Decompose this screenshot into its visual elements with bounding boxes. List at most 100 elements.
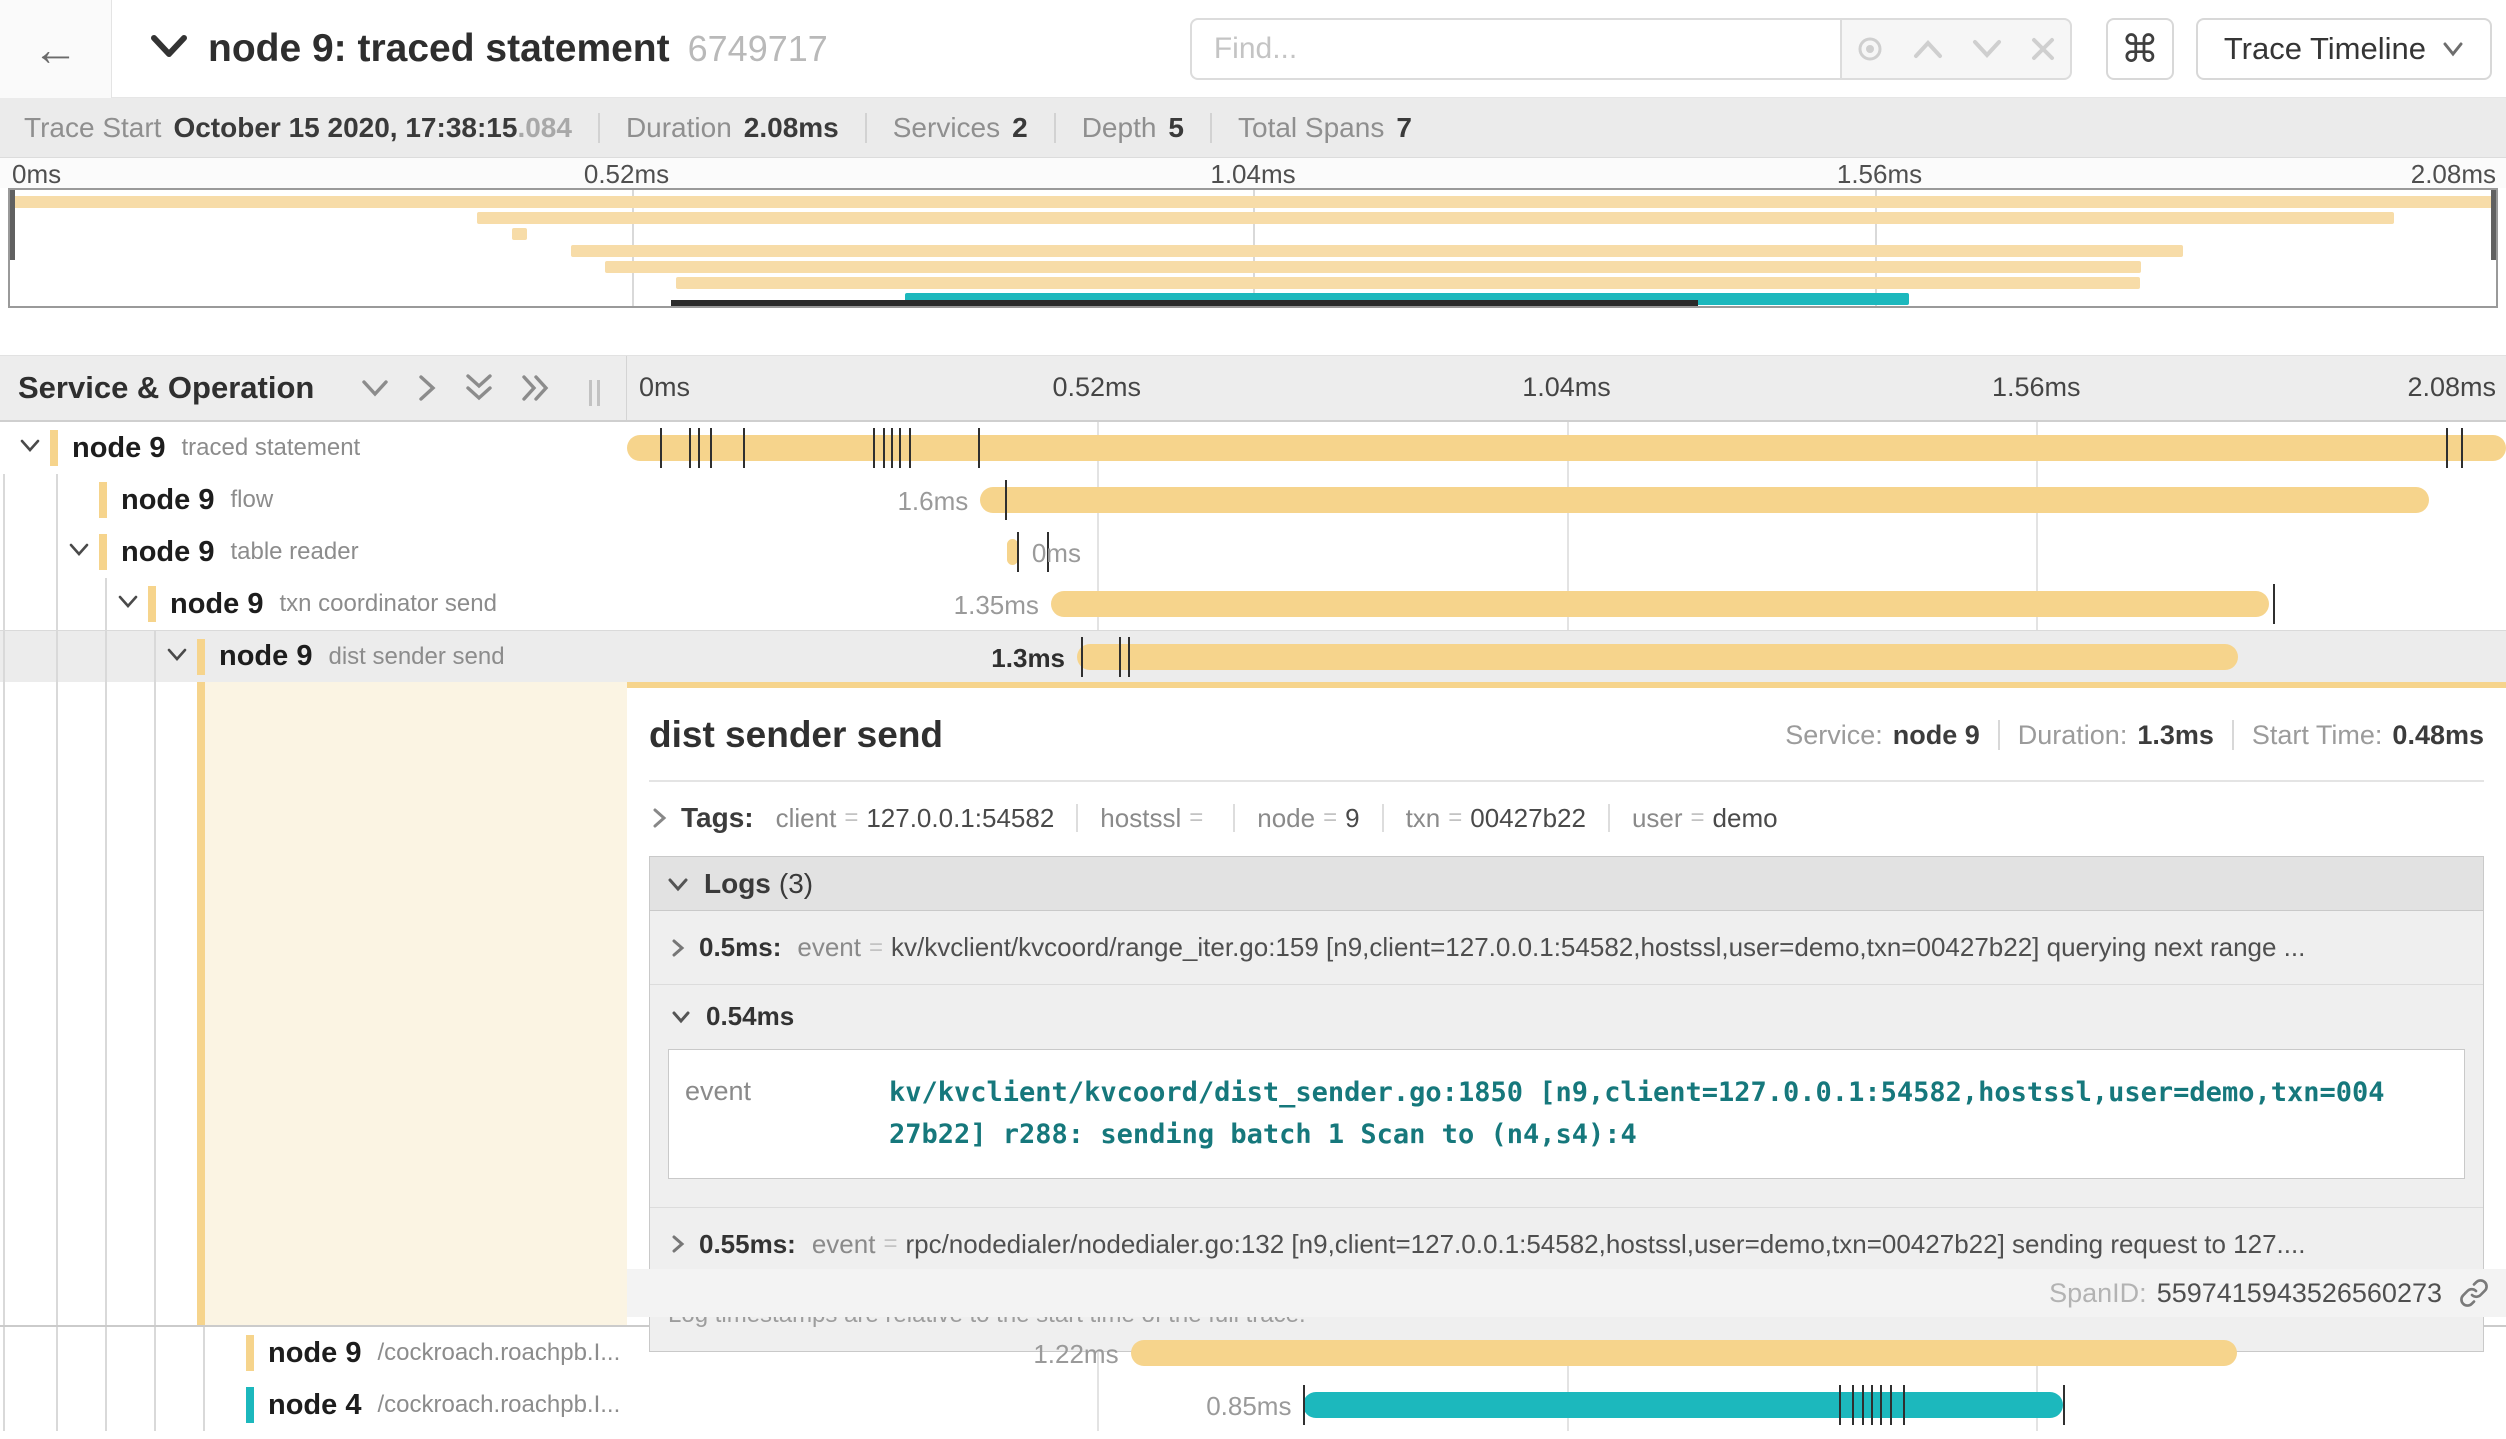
trace-collapse-chevron-icon[interactable] bbox=[150, 32, 188, 65]
top-bar: ← node 9: traced statement 6749717 bbox=[0, 0, 2506, 98]
minimap-viewport-indicator[interactable] bbox=[671, 300, 1698, 306]
service-name: node 9 bbox=[72, 432, 165, 465]
span-log-tick bbox=[1128, 637, 1130, 677]
span-duration-bar[interactable] bbox=[1051, 591, 2269, 617]
minimap-tick-labels: 0ms0.52ms1.04ms1.56ms2.08ms bbox=[0, 158, 2506, 188]
collapse-controls bbox=[360, 372, 552, 404]
trace-summary-item: Total Spans7 bbox=[1238, 112, 1412, 144]
tag-separator bbox=[1076, 804, 1078, 832]
operation-name: flow bbox=[230, 486, 627, 514]
expand-one-icon[interactable] bbox=[416, 373, 438, 403]
service-color-bar bbox=[246, 1335, 254, 1371]
minimap-scrubber-right[interactable] bbox=[2491, 190, 2496, 260]
span-duration-bar[interactable] bbox=[1131, 1340, 2238, 1366]
back-button[interactable]: ← bbox=[0, 0, 112, 98]
span-collapse-chevron-icon[interactable] bbox=[67, 541, 91, 563]
span-tree-cell[interactable]: node 9flow bbox=[0, 474, 627, 526]
log-field-key: event bbox=[669, 1050, 879, 1178]
keyboard-shortcuts-button[interactable]: ⌘ bbox=[2106, 18, 2174, 80]
minimap-span-bar bbox=[571, 245, 2183, 257]
service-color-bar bbox=[246, 1387, 254, 1423]
detail-operation-name: dist sender send bbox=[649, 714, 943, 756]
span-tree-cell[interactable]: node 9table reader bbox=[0, 526, 627, 578]
span-log-tick bbox=[978, 428, 980, 468]
clear-find-icon[interactable] bbox=[2030, 36, 2056, 62]
span-duration-label: 0ms bbox=[1032, 538, 1081, 569]
span-collapse-chevron-icon[interactable] bbox=[116, 593, 140, 615]
tree-guide bbox=[56, 474, 58, 526]
stat-separator bbox=[2232, 720, 2234, 750]
span-row[interactable]: node 9/cockroach.roachpb.I...1.22ms bbox=[0, 1327, 2506, 1379]
info-separator bbox=[865, 113, 867, 143]
focus-match-icon[interactable] bbox=[1855, 34, 1885, 64]
tags-list: client=127.0.0.1:54582hostssl=node=9txn=… bbox=[754, 803, 1778, 834]
logs-header[interactable]: Logs (3) bbox=[650, 857, 2483, 911]
tags-row[interactable]: Tags: client=127.0.0.1:54582hostssl=node… bbox=[649, 782, 2484, 848]
deep-link-icon[interactable] bbox=[2458, 1277, 2490, 1309]
collapse-all-icon[interactable] bbox=[464, 372, 494, 404]
span-duration-bar[interactable] bbox=[1077, 644, 2238, 670]
span-tree-cell[interactable]: node 9traced statement bbox=[0, 422, 627, 474]
trace-summary-item: Services2 bbox=[893, 112, 1028, 144]
span-row[interactable]: node 9table reader 0ms bbox=[0, 526, 2506, 578]
span-row[interactable]: node 9flow 1.6ms bbox=[0, 474, 2506, 526]
span-log-tick bbox=[1839, 1385, 1841, 1425]
span-log-tick bbox=[660, 428, 662, 468]
trace-minimap[interactable] bbox=[8, 188, 2498, 308]
span-timeline-cell[interactable] bbox=[627, 422, 2506, 474]
span-timeline-cell[interactable]: 1.35ms bbox=[627, 578, 2506, 630]
span-log-tick bbox=[883, 428, 885, 468]
service-color-bar bbox=[99, 534, 107, 570]
span-timeline-cell[interactable]: 1.22ms bbox=[627, 1327, 2506, 1379]
log-timestamp: 0.54ms bbox=[706, 1001, 794, 1032]
stat-separator bbox=[1998, 720, 2000, 750]
collapse-one-icon[interactable] bbox=[360, 377, 390, 399]
minimap-scrubber-left[interactable] bbox=[10, 190, 15, 260]
minimap-span-bar bbox=[512, 228, 527, 240]
span-tree-cell[interactable]: node 9/cockroach.roachpb.I... bbox=[0, 1327, 627, 1379]
span-log-tick bbox=[1880, 1385, 1882, 1425]
next-result-icon[interactable] bbox=[1971, 38, 2003, 60]
summary-value: 5 bbox=[1168, 112, 1184, 144]
column-resize-grip[interactable] bbox=[589, 380, 600, 406]
trace-view-selector[interactable]: Trace Timeline bbox=[2196, 18, 2492, 80]
log-timestamp: 0.55ms: bbox=[699, 1229, 796, 1260]
span-duration-bar[interactable] bbox=[980, 487, 2429, 513]
span-row[interactable]: node 9traced statement bbox=[0, 422, 2506, 474]
detail-row-tint bbox=[205, 682, 627, 1325]
find-input[interactable] bbox=[1190, 18, 1840, 80]
minimap-span-bar bbox=[605, 261, 2141, 273]
span-timeline-cell[interactable]: 0ms bbox=[627, 526, 2506, 578]
log-entry-collapsed[interactable]: 0.5ms: event = kv/kvclient/kvcoord/range… bbox=[650, 911, 2483, 985]
span-timeline-cell[interactable]: 1.3ms bbox=[627, 631, 2506, 682]
span-duration-label: 1.6ms bbox=[897, 486, 968, 517]
page-title: node 9: traced statement bbox=[208, 27, 670, 71]
timeline-grid-header: Service & Operation 0ms0.52ms1.04ms1.56m… bbox=[0, 355, 2506, 422]
span-log-tick bbox=[2273, 584, 2275, 624]
minimap-tick-label: 0ms bbox=[12, 159, 61, 190]
span-row[interactable]: node 4/cockroach.roachpb.I...0.85ms bbox=[0, 1379, 2506, 1431]
log-entry-expanded-header[interactable]: 0.54ms bbox=[650, 985, 2483, 1047]
span-row[interactable]: node 9txn coordinator send1.35ms bbox=[0, 578, 2506, 630]
span-tree-cell[interactable]: node 9dist sender send bbox=[0, 631, 627, 682]
span-collapse-chevron-icon[interactable] bbox=[165, 646, 189, 668]
equals-sign: = bbox=[1189, 804, 1203, 832]
span-tree-cell[interactable]: node 9txn coordinator send bbox=[0, 578, 627, 630]
span-log-tick bbox=[1862, 1385, 1864, 1425]
span-timeline-cell[interactable]: 1.6ms bbox=[627, 474, 2506, 526]
view-selector-label: Trace Timeline bbox=[2224, 31, 2426, 67]
tag-item: hostssl= bbox=[1100, 803, 1211, 834]
tag-item: client=127.0.0.1:54582 bbox=[776, 803, 1055, 834]
span-row[interactable]: node 9dist sender send1.3ms bbox=[0, 630, 2506, 682]
span-timeline-cell[interactable]: 0.85ms bbox=[627, 1379, 2506, 1431]
span-collapse-chevron-icon[interactable] bbox=[18, 437, 42, 459]
span-duration-bar[interactable] bbox=[1303, 1392, 2062, 1418]
prev-result-icon[interactable] bbox=[1912, 38, 1944, 60]
span-tree-cell[interactable]: node 4/cockroach.roachpb.I... bbox=[0, 1379, 627, 1431]
log-field-value: rpc/nodedialer/nodedialer.go:132 [n9,cli… bbox=[905, 1229, 2463, 1260]
tree-guide bbox=[3, 682, 5, 1325]
detail-tree-gutter bbox=[0, 682, 627, 1325]
expand-all-icon[interactable] bbox=[520, 373, 552, 403]
summary-label: Duration bbox=[626, 112, 732, 144]
minimap-span-bar bbox=[477, 212, 2394, 224]
